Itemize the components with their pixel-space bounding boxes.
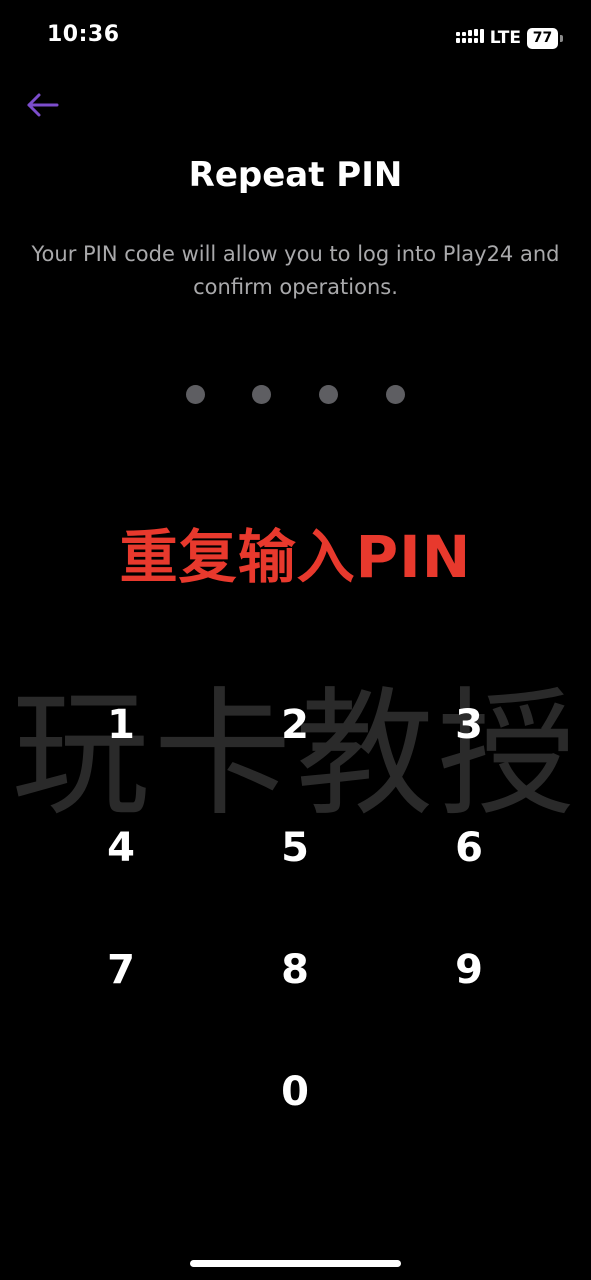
keypad-key-5[interactable]: 5 xyxy=(235,808,355,888)
keypad-key-1[interactable]: 1 xyxy=(61,685,181,765)
keypad-key-9[interactable]: 9 xyxy=(409,930,529,1010)
keypad-key-3[interactable]: 3 xyxy=(409,685,529,765)
keypad-key-4[interactable]: 4 xyxy=(61,808,181,888)
keypad-key-6[interactable]: 6 xyxy=(409,808,529,888)
keypad-key-7[interactable]: 7 xyxy=(61,930,181,1010)
keypad-key-8[interactable]: 8 xyxy=(235,930,355,1010)
keypad-key-0[interactable]: 0 xyxy=(235,1052,355,1132)
keypad-key-2[interactable]: 2 xyxy=(235,685,355,765)
numeric-keypad: 1 2 3 4 5 6 7 8 9 0 xyxy=(0,0,591,1280)
